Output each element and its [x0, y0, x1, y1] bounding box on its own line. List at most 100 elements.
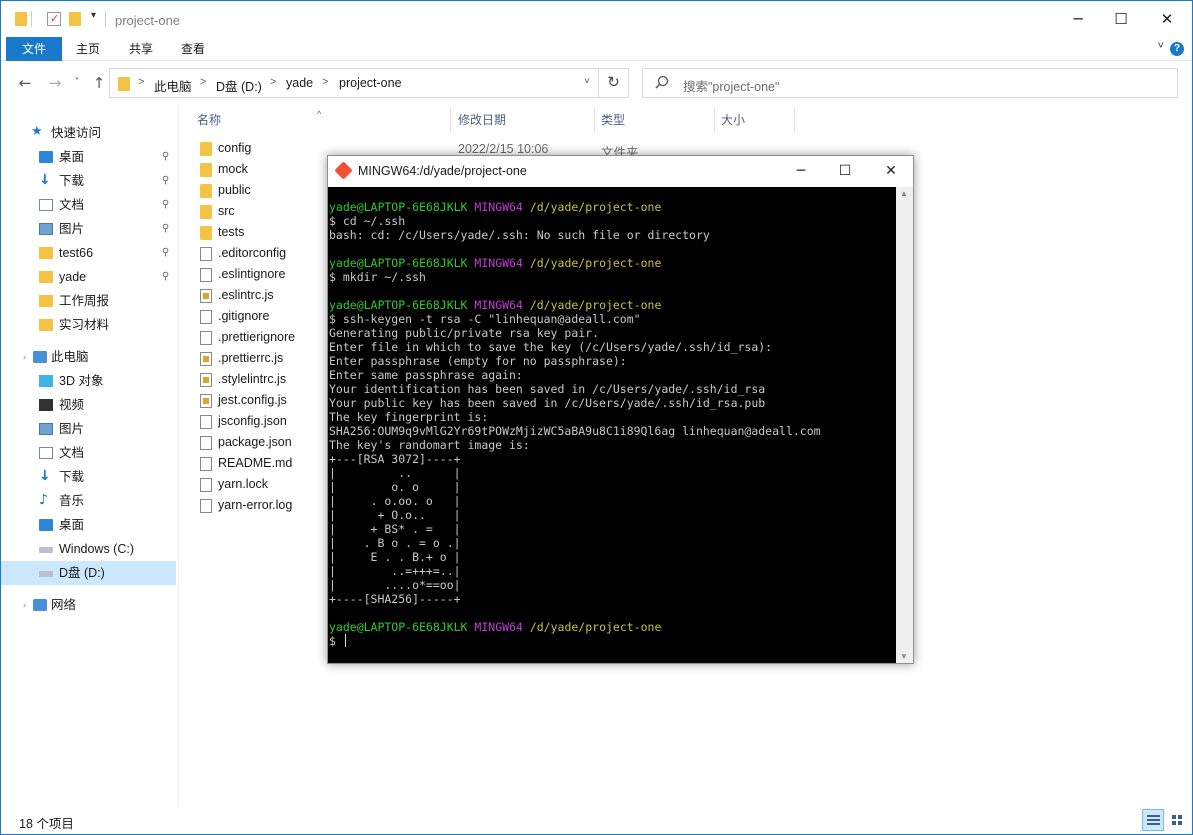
pin-icon[interactable]: ⚲: [162, 169, 169, 193]
forward-button[interactable]: →: [45, 73, 65, 93]
terminal-text: | .. |: [329, 466, 461, 480]
sidebar-item[interactable]: 图片: [1, 417, 176, 441]
recent-locations-button[interactable]: ˅: [67, 73, 87, 93]
sidebar-item-this-pc[interactable]: › 此电脑: [1, 345, 176, 369]
terminal-text: $ ssh-keygen -t rsa -C "linhequan@adeall…: [329, 312, 641, 326]
ribbon-tabs: 文件 主页 共享 查看 ˅ ?: [1, 37, 1192, 61]
new-folder-icon[interactable]: [69, 12, 83, 26]
terminal-line: $ cd ~/.ssh: [329, 214, 897, 228]
terminal-text: Enter same passphrase again:: [329, 368, 523, 382]
git-bash-window[interactable]: MINGW64:/d/yade/project-one ─ ☐ ✕ yade@L…: [327, 155, 914, 664]
column-header-size[interactable]: 大小: [715, 107, 795, 133]
terminal-maximize-button[interactable]: ☐: [822, 156, 868, 187]
folder-icon: [200, 184, 212, 198]
file-icon: [200, 436, 212, 450]
pin-icon[interactable]: ⚲: [162, 265, 169, 289]
pin-icon[interactable]: ⚲: [162, 217, 169, 241]
sidebar-item[interactable]: 桌面 ⚲: [1, 145, 176, 169]
terminal-line: | E . . B.+ o |: [329, 550, 897, 564]
file-name: .eslintignore: [218, 267, 286, 281]
sidebar-item[interactable]: 文档 ⚲: [1, 193, 176, 217]
breadcrumb-yade[interactable]: yade: [286, 76, 313, 90]
file-name: config: [218, 141, 252, 155]
breadcrumb-separator[interactable]: >: [270, 76, 276, 88]
quick-access-toolbar-dropdown-icon[interactable]: ▾: [91, 10, 96, 21]
column-header-modified[interactable]: 修改日期: [452, 107, 595, 133]
sidebar-item[interactable]: 文档: [1, 441, 176, 465]
terminal-scrollbar[interactable]: ▲ ▼: [896, 187, 913, 663]
expand-icon[interactable]: ›: [23, 593, 26, 617]
terminal-titlebar: MINGW64:/d/yade/project-one ─ ☐ ✕: [328, 156, 913, 187]
close-button[interactable]: ✕: [1144, 1, 1190, 37]
minimize-button[interactable]: ─: [1055, 1, 1101, 37]
address-bar[interactable]: > 此电脑 > D盘 (D:) > yade > project-one ˅: [109, 68, 599, 98]
folder-icon: [200, 142, 212, 156]
3d-objects-icon: [39, 375, 53, 387]
folder-icon: [200, 205, 212, 219]
ribbon-collapse-icon[interactable]: ˅: [1158, 40, 1164, 52]
help-icon[interactable]: ?: [1170, 42, 1184, 56]
sidebar-item[interactable]: ↓ 下载 ⚲: [1, 169, 176, 193]
back-button[interactable]: ←: [15, 73, 35, 93]
folder-icon: [39, 247, 53, 259]
properties-icon[interactable]: ✓: [47, 12, 61, 26]
sidebar-item-label: yade: [59, 270, 87, 284]
sidebar-item[interactable]: test66 ⚲: [1, 241, 176, 265]
address-dropdown-icon[interactable]: ˅: [584, 76, 590, 87]
sidebar-item-label: 桌面: [59, 518, 85, 532]
prompt-path: /d/yade/project-one: [529, 200, 662, 214]
sidebar-item[interactable]: Windows (C:): [1, 537, 176, 561]
file-modified-date: 2022/2/15 10:06: [458, 142, 549, 156]
sidebar-item[interactable]: ↓ 下载: [1, 465, 176, 489]
sidebar-item[interactable]: 图片 ⚲: [1, 217, 176, 241]
up-button[interactable]: ↑: [89, 73, 109, 93]
refresh-button[interactable]: ↻: [599, 68, 629, 98]
desktop-icon: [39, 151, 53, 163]
breadcrumb-this-pc[interactable]: 此电脑: [154, 76, 192, 95]
large-icons-view-button[interactable]: [1166, 809, 1188, 831]
status-bar: 18 个项目: [1, 809, 1192, 835]
terminal-line: | .. |: [329, 466, 897, 480]
sidebar-item[interactable]: ♪ 音乐: [1, 489, 176, 513]
column-header-type[interactable]: 类型: [595, 107, 715, 133]
item-count: 18 个项目: [19, 817, 74, 831]
breadcrumb-separator[interactable]: >: [138, 76, 144, 88]
column-header-name[interactable]: 名称 ^: [191, 107, 451, 133]
sidebar-item[interactable]: yade ⚲: [1, 265, 176, 289]
breadcrumb-project-one[interactable]: project-one: [339, 76, 402, 90]
pin-icon[interactable]: ⚲: [162, 193, 169, 217]
terminal-minimize-button[interactable]: ─: [778, 156, 824, 187]
sidebar-item[interactable]: 工作周报: [1, 289, 176, 313]
download-icon: ↓: [39, 468, 51, 484]
sidebar-item[interactable]: D盘 (D:): [1, 561, 176, 585]
sidebar-item[interactable]: 实习材料: [1, 313, 176, 337]
network-icon: [33, 599, 47, 611]
pin-icon[interactable]: ⚲: [162, 241, 169, 265]
search-input[interactable]: 搜索"project-one": [642, 68, 1178, 98]
details-view-button[interactable]: [1142, 809, 1164, 831]
scroll-up-icon[interactable]: ▲: [900, 189, 908, 198]
terminal-line: +----[SHA256]-----+: [329, 592, 897, 606]
terminal-close-button[interactable]: ✕: [868, 156, 914, 187]
terminal-text: +----[SHA256]-----+: [329, 592, 461, 606]
sidebar-item[interactable]: 3D 对象: [1, 369, 176, 393]
tab-share[interactable]: 共享: [115, 37, 167, 61]
sidebar-item[interactable]: 视频: [1, 393, 176, 417]
sidebar-item-quick-access[interactable]: ★ 快速访问: [1, 121, 176, 145]
tab-view[interactable]: 查看: [167, 37, 219, 61]
breadcrumb-d-drive[interactable]: D盘 (D:): [216, 76, 262, 95]
tab-file[interactable]: 文件: [6, 37, 62, 61]
sidebar-item[interactable]: 桌面: [1, 513, 176, 537]
tab-home[interactable]: 主页: [62, 37, 114, 61]
sidebar-item-network[interactable]: › 网络: [1, 593, 176, 617]
breadcrumb-separator[interactable]: >: [322, 76, 328, 88]
maximize-button[interactable]: ☐: [1098, 1, 1144, 37]
expand-icon[interactable]: ›: [23, 345, 26, 369]
scroll-down-icon[interactable]: ▼: [900, 652, 908, 661]
terminal-output[interactable]: yade@LAPTOP-6E68JKLK MINGW64 /d/yade/pro…: [329, 200, 897, 662]
sidebar-item-label: 文档: [59, 446, 85, 460]
breadcrumb-separator[interactable]: >: [200, 76, 206, 88]
star-icon: ★: [31, 124, 43, 139]
pin-icon[interactable]: ⚲: [162, 145, 169, 169]
